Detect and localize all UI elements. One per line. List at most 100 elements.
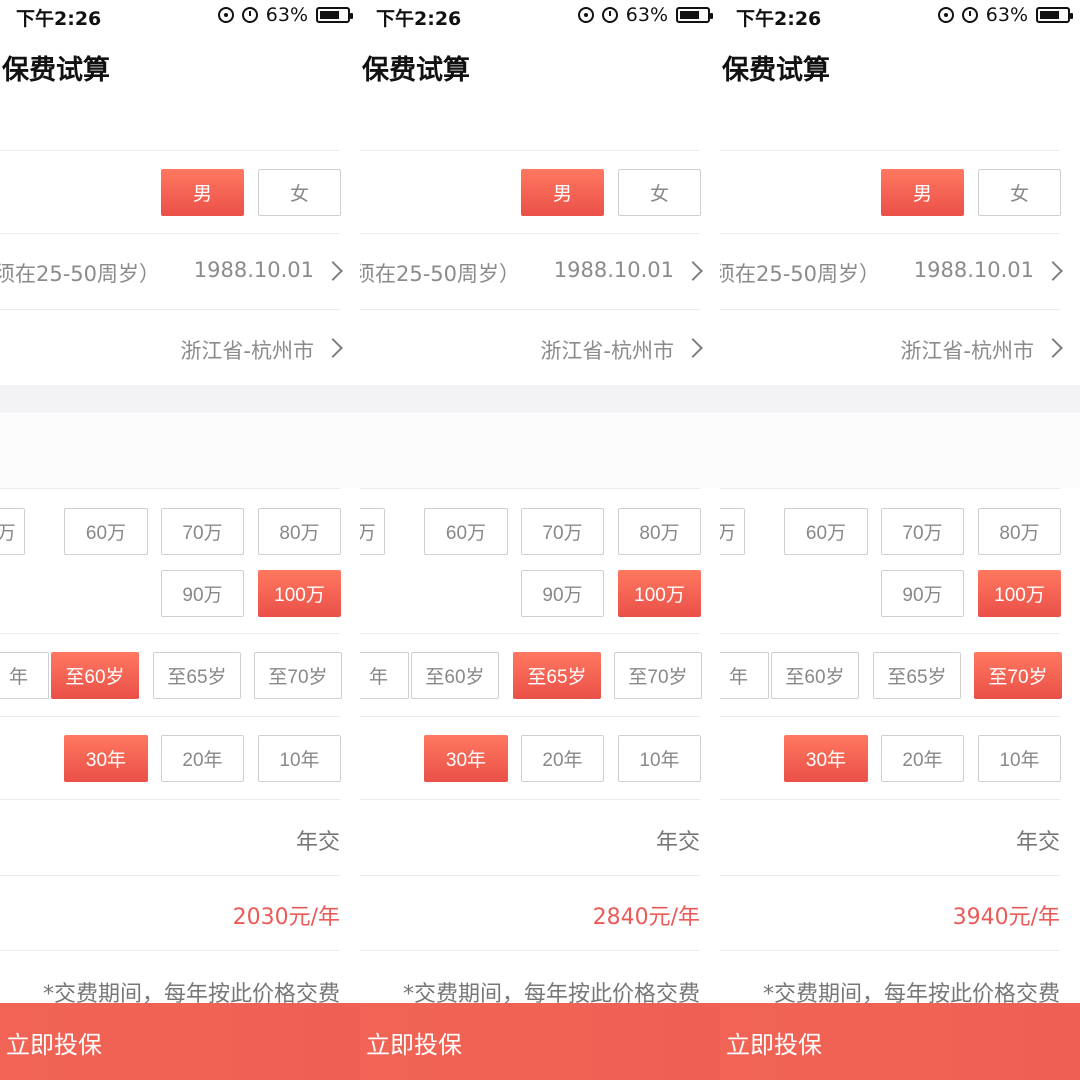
gender-female-button[interactable]: 女 (618, 169, 701, 216)
battery-percentage: 63% (985, 4, 1028, 26)
coverage-option[interactable]: 80万 (978, 508, 1061, 555)
apply-now-button[interactable]: 立即投保 (6, 1025, 102, 1060)
coverage-option[interactable]: 80万 (618, 508, 701, 555)
payment-mode[interactable]: 年交 (656, 824, 700, 856)
three-panel-comparison: 下午2:26 63% 保费试算 男 女 须在25-50周岁） 1988.10.0… (0, 0, 1080, 1080)
coverage-term-option[interactable]: 年 (360, 652, 409, 699)
coverage-option[interactable]: 0万 (720, 508, 745, 555)
divider (0, 875, 340, 876)
payment-term-option-selected[interactable]: 30年 (424, 735, 508, 782)
coverage-option-selected[interactable]: 100万 (978, 570, 1061, 617)
apply-now-button[interactable]: 立即投保 (366, 1025, 462, 1060)
divider (360, 716, 700, 717)
coverage-term-option[interactable]: 年 (720, 652, 769, 699)
divider (720, 633, 1060, 634)
coverage-option[interactable]: 60万 (424, 508, 508, 555)
gender-male-button[interactable]: 男 (521, 169, 604, 216)
payment-term-option-selected[interactable]: 30年 (64, 735, 148, 782)
divider (360, 150, 700, 151)
coverage-term-option[interactable]: 至60岁 (411, 652, 499, 699)
payment-term-option[interactable]: 10年 (618, 735, 701, 782)
coverage-term-option[interactable]: 至70岁 (614, 652, 702, 699)
divider (720, 233, 1060, 234)
coverage-option[interactable]: 70万 (881, 508, 964, 555)
coverage-term-option-selected[interactable]: 至65岁 (513, 652, 601, 699)
divider (0, 633, 340, 634)
section-header-area (720, 413, 1080, 488)
payment-term-option-selected[interactable]: 30年 (784, 735, 868, 782)
coverage-option[interactable]: 60万 (64, 508, 148, 555)
gender-male-button[interactable]: 男 (161, 169, 244, 216)
chevron-right-icon[interactable] (683, 338, 703, 358)
divider (720, 488, 1060, 489)
battery-icon (1036, 7, 1073, 23)
divider (0, 799, 340, 800)
status-time: 下午2:26 (16, 8, 102, 30)
coverage-option[interactable]: 70万 (521, 508, 604, 555)
coverage-term-option[interactable]: 年 (0, 652, 49, 699)
coverage-option[interactable]: 0万 (360, 508, 385, 555)
gender-female-button[interactable]: 女 (258, 169, 341, 216)
payment-term-option[interactable]: 20年 (881, 735, 964, 782)
status-bar: 下午2:26 63% (720, 0, 1080, 32)
coverage-option[interactable]: 70万 (161, 508, 244, 555)
section-header-area (0, 413, 360, 488)
coverage-option[interactable]: 90万 (161, 570, 244, 617)
apply-now-button[interactable]: 立即投保 (726, 1025, 822, 1060)
coverage-term-option-selected[interactable]: 至60岁 (51, 652, 139, 699)
divider (720, 875, 1060, 876)
page-title: 保费试算 (362, 55, 470, 86)
payment-term-option[interactable]: 20年 (521, 735, 604, 782)
payment-mode[interactable]: 年交 (296, 824, 340, 856)
chevron-right-icon[interactable] (683, 261, 703, 281)
divider (720, 150, 1060, 151)
coverage-term-option[interactable]: 至60岁 (771, 652, 859, 699)
coverage-option[interactable]: 80万 (258, 508, 341, 555)
status-bar: 下午2:26 63% (360, 0, 720, 32)
section-header-area (360, 413, 720, 488)
payment-mode[interactable]: 年交 (1016, 824, 1060, 856)
status-icons: 63% (217, 4, 353, 26)
battery-percentage: 63% (625, 4, 668, 26)
payment-term-option[interactable]: 20年 (161, 735, 244, 782)
coverage-term-option[interactable]: 至65岁 (153, 652, 241, 699)
alarm-icon (961, 7, 978, 23)
coverage-option[interactable]: 0万 (0, 508, 25, 555)
chevron-right-icon[interactable] (323, 338, 343, 358)
gender-male-button[interactable]: 男 (881, 169, 964, 216)
birthday-value[interactable]: 1988.10.01 (194, 258, 314, 282)
rotation-lock-icon (217, 7, 234, 23)
region-value[interactable]: 浙江省-杭州市 (180, 335, 314, 365)
birthday-value[interactable]: 1988.10.01 (914, 258, 1034, 282)
panel-3: 下午2:26 63% 保费试算 男 女 须在25-50周岁） 1988.10.0… (720, 0, 1080, 1080)
divider (720, 799, 1060, 800)
region-value[interactable]: 浙江省-杭州市 (900, 335, 1034, 365)
region-value[interactable]: 浙江省-杭州市 (540, 335, 674, 365)
alarm-icon (241, 7, 258, 23)
coverage-term-option[interactable]: 至65岁 (873, 652, 961, 699)
divider (0, 233, 340, 234)
payment-term-option[interactable]: 10年 (258, 735, 341, 782)
coverage-option-selected[interactable]: 100万 (618, 570, 701, 617)
divider (0, 488, 340, 489)
gender-female-button[interactable]: 女 (978, 169, 1061, 216)
chevron-right-icon[interactable] (323, 261, 343, 281)
battery-icon (676, 7, 713, 23)
chevron-right-icon[interactable] (1043, 261, 1063, 281)
footer-bar: 立即投保 (0, 1003, 360, 1080)
birthday-value[interactable]: 1988.10.01 (554, 258, 674, 282)
divider (0, 950, 340, 951)
divider (360, 950, 700, 951)
coverage-option[interactable]: 90万 (881, 570, 964, 617)
coverage-term-option[interactable]: 至70岁 (254, 652, 342, 699)
coverage-term-option-selected[interactable]: 至70岁 (974, 652, 1062, 699)
coverage-option-selected[interactable]: 100万 (258, 570, 341, 617)
payment-term-option[interactable]: 10年 (978, 735, 1061, 782)
coverage-option[interactable]: 90万 (521, 570, 604, 617)
coverage-option[interactable]: 60万 (784, 508, 868, 555)
panel-1: 下午2:26 63% 保费试算 男 女 须在25-50周岁） 1988.10.0… (0, 0, 360, 1080)
section-gap (0, 385, 360, 413)
section-gap (360, 385, 720, 413)
divider (360, 633, 700, 634)
chevron-right-icon[interactable] (1043, 338, 1063, 358)
